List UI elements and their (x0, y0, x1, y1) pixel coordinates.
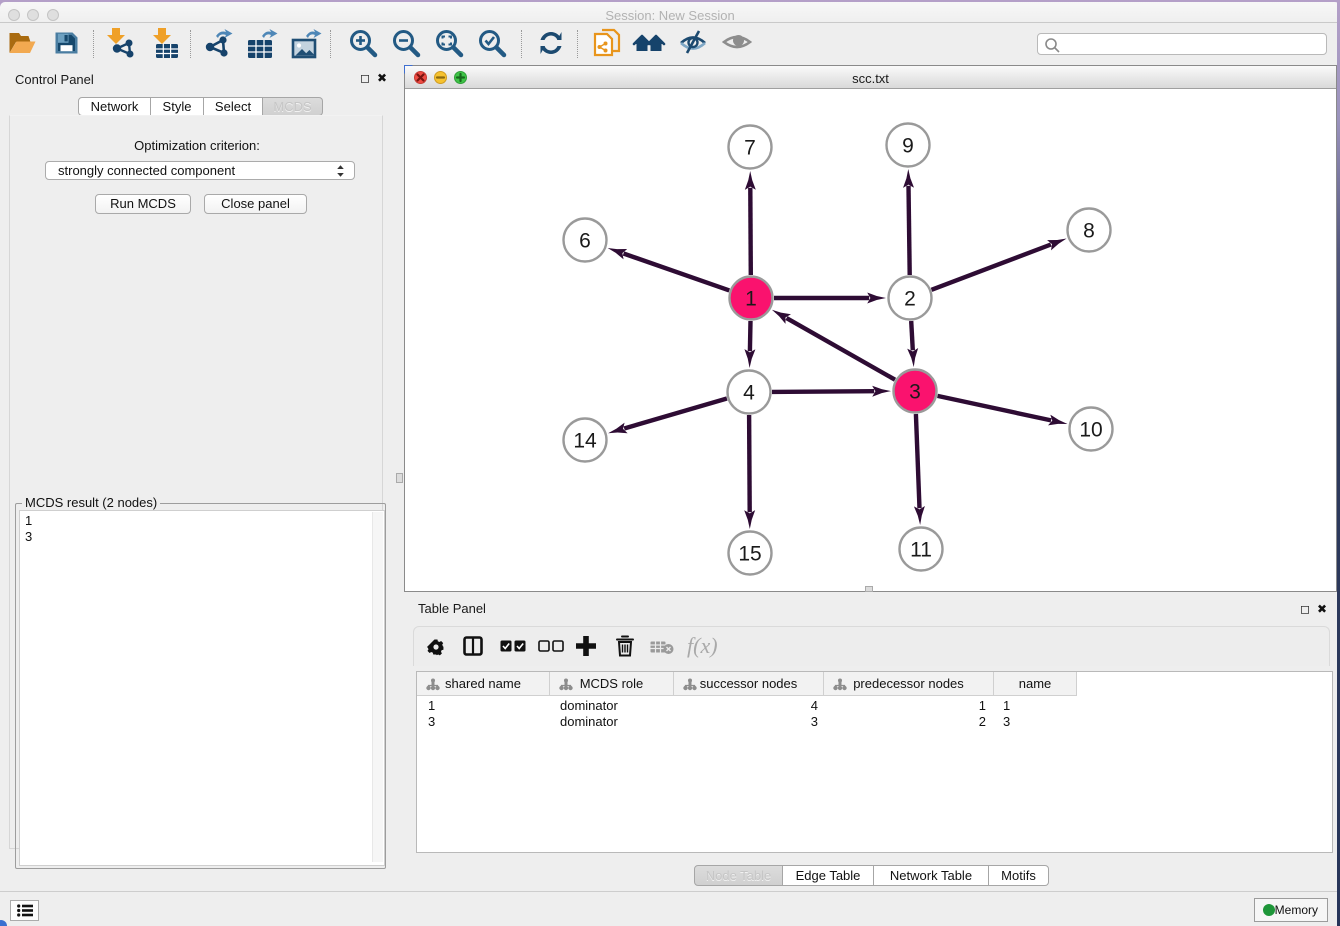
svg-text:11: 11 (910, 539, 932, 562)
svg-text:7: 7 (744, 137, 756, 160)
svg-text:4: 4 (743, 382, 755, 405)
svg-text:15: 15 (738, 543, 761, 566)
svg-text:14: 14 (573, 430, 597, 453)
svg-text:10: 10 (1079, 419, 1102, 442)
svg-text:1: 1 (745, 288, 757, 311)
svg-text:3: 3 (909, 381, 921, 404)
svg-text:2: 2 (904, 288, 916, 311)
svg-text:6: 6 (579, 230, 591, 253)
svg-text:9: 9 (902, 135, 914, 158)
svg-text:8: 8 (1083, 220, 1095, 243)
